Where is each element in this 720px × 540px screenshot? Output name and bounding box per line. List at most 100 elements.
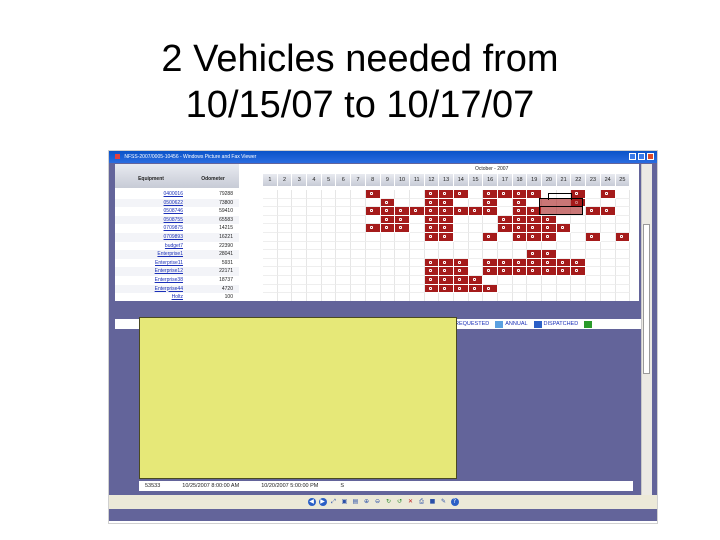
reservation-cell[interactable] xyxy=(483,198,498,208)
empty-cell[interactable] xyxy=(409,190,425,199)
empty-cell[interactable] xyxy=(409,215,425,225)
empty-cell[interactable] xyxy=(351,250,366,259)
empty-cell[interactable] xyxy=(571,250,587,259)
reservation-list-row[interactable]: 53533 10/25/2007 8:00:00 AM 10/20/2007 5… xyxy=(139,481,633,491)
table-row[interactable]: Enterprise11 5931 xyxy=(115,259,239,268)
empty-cell[interactable] xyxy=(277,215,293,225)
reservation-cell[interactable] xyxy=(556,267,572,276)
reservation-cell[interactable] xyxy=(453,258,469,268)
empty-cell[interactable] xyxy=(380,258,396,268)
empty-cell[interactable] xyxy=(336,267,352,276)
empty-cell[interactable] xyxy=(380,267,396,276)
empty-cell[interactable] xyxy=(307,232,322,242)
reservation-cell[interactable] xyxy=(424,198,440,208)
empty-cell[interactable] xyxy=(542,275,557,285)
empty-cell[interactable] xyxy=(263,215,278,225)
empty-cell[interactable] xyxy=(336,198,352,208)
empty-cell[interactable] xyxy=(586,198,601,208)
reservation-cell[interactable] xyxy=(483,258,498,268)
empty-cell[interactable] xyxy=(277,241,293,251)
empty-cell[interactable] xyxy=(395,284,410,294)
table-row[interactable]: 0709875 14215 xyxy=(115,224,239,233)
empty-cell[interactable] xyxy=(409,267,425,276)
empty-cell[interactable] xyxy=(468,241,484,251)
reservation-cell[interactable] xyxy=(424,190,440,199)
equipment-link[interactable]: 0508746 xyxy=(115,207,187,216)
reservation-cell[interactable] xyxy=(380,215,396,225)
empty-cell[interactable] xyxy=(453,224,469,233)
empty-cell[interactable] xyxy=(351,258,366,268)
empty-cell[interactable] xyxy=(292,215,308,225)
empty-cell[interactable] xyxy=(556,275,572,285)
empty-cell[interactable] xyxy=(498,275,513,285)
reservation-cell[interactable] xyxy=(586,207,601,216)
empty-cell[interactable] xyxy=(365,215,381,225)
reservation-cell[interactable] xyxy=(439,267,454,276)
reservation-cell[interactable] xyxy=(527,258,543,268)
empty-cell[interactable] xyxy=(351,207,366,216)
table-row[interactable]: Enterprise44 4720 xyxy=(115,284,239,294)
reservation-cell[interactable] xyxy=(600,190,616,199)
equipment-link[interactable]: budget7 xyxy=(115,242,187,251)
empty-cell[interactable] xyxy=(292,241,308,251)
empty-cell[interactable] xyxy=(571,224,587,233)
empty-cell[interactable] xyxy=(277,250,293,259)
empty-cell[interactable] xyxy=(512,293,528,301)
empty-cell[interactable] xyxy=(571,215,587,225)
empty-cell[interactable] xyxy=(307,198,322,208)
empty-cell[interactable] xyxy=(336,232,352,242)
empty-cell[interactable] xyxy=(615,224,631,233)
equipment-link[interactable]: Enterprise44 xyxy=(115,285,187,294)
empty-cell[interactable] xyxy=(351,215,366,225)
reservation-cell[interactable] xyxy=(424,224,440,233)
table-row[interactable]: budget7 22390 xyxy=(115,242,239,251)
reservation-cell[interactable] xyxy=(571,258,587,268)
empty-cell[interactable] xyxy=(453,215,469,225)
reservation-cell[interactable] xyxy=(453,267,469,276)
empty-cell[interactable] xyxy=(351,190,366,199)
empty-cell[interactable] xyxy=(468,250,484,259)
empty-cell[interactable] xyxy=(321,207,337,216)
reservation-cell[interactable] xyxy=(615,232,631,242)
empty-cell[interactable] xyxy=(365,232,381,242)
reservation-cell[interactable] xyxy=(439,207,454,216)
reservation-cell[interactable] xyxy=(556,258,572,268)
empty-cell[interactable] xyxy=(453,241,469,251)
empty-cell[interactable] xyxy=(395,258,410,268)
empty-cell[interactable] xyxy=(380,241,396,251)
empty-cell[interactable] xyxy=(321,241,337,251)
reservation-cell[interactable] xyxy=(498,267,513,276)
empty-cell[interactable] xyxy=(277,232,293,242)
empty-cell[interactable] xyxy=(615,284,631,294)
empty-cell[interactable] xyxy=(307,284,322,294)
reservation-cell[interactable] xyxy=(395,215,410,225)
table-row[interactable]: 0508746 59410 xyxy=(115,207,239,216)
empty-cell[interactable] xyxy=(263,232,278,242)
empty-cell[interactable] xyxy=(263,207,278,216)
empty-cell[interactable] xyxy=(263,224,278,233)
reservation-cell[interactable] xyxy=(483,284,498,294)
empty-cell[interactable] xyxy=(527,275,543,285)
reservation-cell[interactable] xyxy=(365,224,381,233)
reservation-cell[interactable] xyxy=(380,198,396,208)
empty-cell[interactable] xyxy=(336,293,352,301)
empty-cell[interactable] xyxy=(615,267,631,276)
empty-cell[interactable] xyxy=(263,198,278,208)
empty-cell[interactable] xyxy=(468,198,484,208)
reservation-cell[interactable] xyxy=(365,190,381,199)
empty-cell[interactable] xyxy=(615,275,631,285)
reservation-cell[interactable] xyxy=(542,250,557,259)
empty-cell[interactable] xyxy=(439,293,454,301)
reservation-cell[interactable] xyxy=(542,258,557,268)
zoom-out-icon[interactable]: ⊖ xyxy=(374,498,382,506)
table-row[interactable]: 0508755 65583 xyxy=(115,215,239,225)
empty-cell[interactable] xyxy=(292,284,308,294)
empty-cell[interactable] xyxy=(307,250,322,259)
slideshow-icon[interactable]: ▤ xyxy=(352,498,360,506)
empty-cell[interactable] xyxy=(409,241,425,251)
empty-cell[interactable] xyxy=(556,284,572,294)
empty-cell[interactable] xyxy=(380,250,396,259)
empty-cell[interactable] xyxy=(307,267,322,276)
empty-cell[interactable] xyxy=(439,241,454,251)
empty-cell[interactable] xyxy=(307,190,322,199)
